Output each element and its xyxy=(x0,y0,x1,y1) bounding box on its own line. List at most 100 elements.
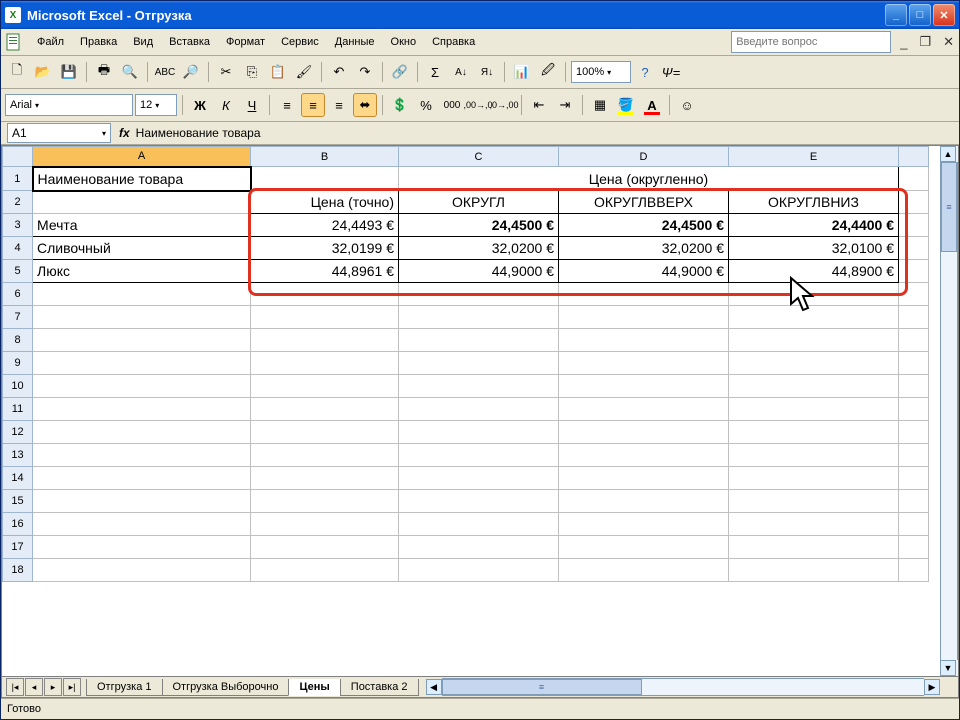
menu-format[interactable]: Формат xyxy=(218,33,273,51)
scroll-thumb[interactable] xyxy=(941,162,957,252)
cell[interactable] xyxy=(33,490,251,513)
select-all-corner[interactable] xyxy=(3,147,33,167)
cell[interactable] xyxy=(251,352,399,375)
cell[interactable] xyxy=(251,283,399,306)
cell[interactable]: Сливочный xyxy=(33,237,251,260)
row-header[interactable]: 12 xyxy=(3,421,33,444)
cell[interactable] xyxy=(399,444,559,467)
cell[interactable] xyxy=(251,306,399,329)
cell[interactable] xyxy=(399,421,559,444)
cell[interactable] xyxy=(559,352,729,375)
cell[interactable]: Люкс xyxy=(33,260,251,283)
cell[interactable]: 44,8961 € xyxy=(251,260,399,283)
col-header-a[interactable]: A xyxy=(33,147,251,167)
cell[interactable]: 24,4500 € xyxy=(399,214,559,237)
col-header-b[interactable]: B xyxy=(251,147,399,167)
cell[interactable] xyxy=(251,421,399,444)
menu-insert[interactable]: Вставка xyxy=(161,33,218,51)
cell[interactable] xyxy=(251,329,399,352)
col-header-e[interactable]: E xyxy=(729,147,899,167)
doc-restore-button[interactable]: ❐ xyxy=(916,34,934,50)
row-header[interactable]: 10 xyxy=(3,375,33,398)
cell[interactable] xyxy=(729,352,899,375)
fill-color-button[interactable]: 🪣 xyxy=(614,93,638,117)
minimize-button[interactable]: _ xyxy=(885,4,907,26)
cell[interactable] xyxy=(899,352,929,375)
row-header[interactable]: 3 xyxy=(3,214,33,237)
cell[interactable] xyxy=(33,421,251,444)
cell[interactable] xyxy=(399,283,559,306)
cell[interactable] xyxy=(399,306,559,329)
scroll-thumb[interactable] xyxy=(442,679,642,695)
scroll-left-button[interactable]: ◀ xyxy=(426,679,442,695)
spreadsheet-grid[interactable]: A B C D E 1 Наименование товара Цена (ок… xyxy=(2,146,929,582)
new-button[interactable]: 🗋 xyxy=(5,60,29,84)
cell[interactable]: Наименование товара xyxy=(33,167,251,191)
doc-close-button[interactable]: ✕ xyxy=(940,34,957,50)
currency-button[interactable]: 💲 xyxy=(388,93,412,117)
cell[interactable]: 24,4500 € xyxy=(559,214,729,237)
tab-nav-next[interactable]: ▸ xyxy=(44,678,62,696)
cell[interactable] xyxy=(399,490,559,513)
smiley-button[interactable]: ☺ xyxy=(675,93,699,117)
fx-icon[interactable]: fx xyxy=(119,126,130,140)
cell[interactable] xyxy=(729,306,899,329)
cell[interactable] xyxy=(559,398,729,421)
cell[interactable] xyxy=(729,421,899,444)
row-header[interactable]: 17 xyxy=(3,536,33,559)
cell[interactable] xyxy=(251,467,399,490)
underline-button[interactable]: Ч xyxy=(240,93,264,117)
cell[interactable] xyxy=(729,444,899,467)
undo-button[interactable]: ↶ xyxy=(327,60,351,84)
menu-edit[interactable]: Правка xyxy=(72,33,125,51)
row-header[interactable]: 14 xyxy=(3,467,33,490)
borders-button[interactable]: ▦ xyxy=(588,93,612,117)
cell[interactable] xyxy=(899,260,929,283)
print-button[interactable]: 🖶 xyxy=(92,60,116,84)
redo-button[interactable]: ↷ xyxy=(353,60,377,84)
cell[interactable] xyxy=(729,329,899,352)
cell[interactable] xyxy=(251,398,399,421)
cell[interactable]: ОКРУГЛ xyxy=(399,191,559,214)
cell[interactable]: 24,4400 € xyxy=(729,214,899,237)
sheet-tab[interactable]: Отгрузка Выборочно xyxy=(162,679,290,696)
cut-button[interactable]: ✂ xyxy=(214,60,238,84)
decrease-decimal-button[interactable]: ,0→,00 xyxy=(492,93,516,117)
cell[interactable] xyxy=(251,513,399,536)
cell[interactable]: 44,9000 € xyxy=(559,260,729,283)
row-header[interactable]: 7 xyxy=(3,306,33,329)
vertical-scrollbar[interactable]: ▲ ▼ xyxy=(940,146,958,676)
row-header[interactable]: 9 xyxy=(3,352,33,375)
cell[interactable] xyxy=(729,398,899,421)
cell[interactable] xyxy=(899,490,929,513)
zoom-dropdown[interactable]: 100%▾ xyxy=(571,61,631,83)
cell[interactable] xyxy=(33,306,251,329)
cell[interactable] xyxy=(251,167,399,191)
sort-asc-button[interactable]: А↓ xyxy=(449,60,473,84)
maximize-button[interactable]: □ xyxy=(909,4,931,26)
cell[interactable] xyxy=(559,375,729,398)
cell[interactable] xyxy=(33,375,251,398)
row-header[interactable]: 15 xyxy=(3,490,33,513)
cell[interactable] xyxy=(899,167,929,191)
cell[interactable] xyxy=(559,444,729,467)
cell[interactable] xyxy=(33,444,251,467)
cell[interactable] xyxy=(899,398,929,421)
cell[interactable]: 44,9000 € xyxy=(399,260,559,283)
cell[interactable] xyxy=(899,467,929,490)
cell[interactable] xyxy=(33,352,251,375)
row-header[interactable]: 4 xyxy=(3,237,33,260)
formula-value[interactable]: Наименование товара xyxy=(136,126,261,140)
row-header[interactable]: 1 xyxy=(3,167,33,191)
cell[interactable] xyxy=(899,237,929,260)
scroll-down-button[interactable]: ▼ xyxy=(940,660,956,676)
cell[interactable] xyxy=(899,559,929,582)
cell[interactable] xyxy=(399,467,559,490)
cell[interactable] xyxy=(399,329,559,352)
tab-nav-last[interactable]: ▸| xyxy=(63,678,81,696)
menu-file[interactable]: Файл xyxy=(29,33,72,51)
cell[interactable] xyxy=(399,352,559,375)
chart-wizard-button[interactable]: 📊 xyxy=(510,60,534,84)
cell[interactable]: 24,4493 € xyxy=(251,214,399,237)
cell[interactable]: ОКРУГЛВВЕРХ xyxy=(559,191,729,214)
